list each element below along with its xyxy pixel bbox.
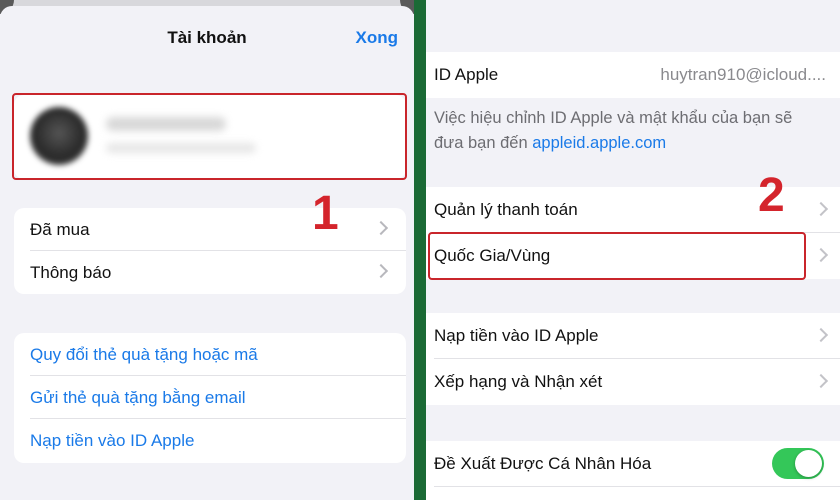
toggle-knob	[795, 450, 822, 477]
list-item-label: Đã mua	[30, 220, 90, 239]
link-label: Quy đổi thẻ quà tặng hoặc mã	[30, 345, 258, 364]
apple-id-label: ID Apple	[434, 65, 499, 84]
purchases-group: Đã mua Thông báo	[14, 208, 406, 294]
row-separator	[434, 486, 840, 487]
list-item-notifications[interactable]: Thông báo	[14, 251, 406, 294]
funds-ratings-group: Nạp tiền vào ID Apple Xếp hạng và Nhận x…	[426, 313, 840, 405]
add-funds-link[interactable]: Nạp tiền vào ID Apple	[14, 419, 406, 462]
list-item-label: Quản lý thanh toán	[434, 200, 578, 219]
apple-id-value: huytran910@icloud....	[660, 65, 826, 84]
list-item-label: Xếp hạng và Nhận xét	[434, 372, 603, 391]
link-label: Nạp tiền vào ID Apple	[30, 431, 195, 450]
personalized-recommendations-row: Đề Xuất Được Cá Nhân Hóa	[426, 441, 840, 487]
step-number-1: 1	[312, 187, 339, 240]
highlight-country-region-box	[428, 232, 806, 280]
list-item-label: Đề Xuất Được Cá Nhân Hóa	[434, 454, 652, 473]
step-number-2: 2	[758, 169, 785, 222]
send-gift-card-link[interactable]: Gửi thẻ quà tặng bằng email	[14, 376, 406, 419]
link-label: Gửi thẻ quà tặng bằng email	[30, 388, 246, 407]
apple-id-row[interactable]: ID Apple huytran910@icloud....	[426, 52, 840, 98]
page-title: Tài khoản	[167, 28, 247, 47]
account-sheet: Tài khoản Xong Đã mua Thông báo Quy đổi …	[0, 0, 414, 500]
personalized-group: Đề Xuất Được Cá Nhân Hóa	[426, 441, 840, 500]
personalized-toggle[interactable]	[772, 448, 824, 479]
list-item-label: Nạp tiền vào ID Apple	[434, 326, 599, 345]
redeem-gift-card-link[interactable]: Quy đổi thẻ quà tặng hoặc mã	[14, 333, 406, 376]
highlight-profile-box	[12, 93, 407, 180]
done-button[interactable]: Xong	[356, 28, 399, 48]
chevron-right-icon	[813, 201, 829, 217]
chevron-right-icon	[813, 373, 829, 389]
chevron-right-icon	[373, 220, 389, 236]
appleid-link[interactable]: appleid.apple.com	[532, 134, 666, 152]
gift-card-group: Quy đổi thẻ quà tặng hoặc mã Gửi thẻ quà…	[14, 333, 406, 463]
chevron-right-icon	[813, 327, 829, 343]
list-item-ratings-reviews[interactable]: Xếp hạng và Nhận xét	[426, 359, 840, 405]
chevron-right-icon	[373, 263, 389, 279]
list-item-label: Thông báo	[30, 263, 112, 282]
apple-id-group: ID Apple huytran910@icloud....	[426, 52, 840, 98]
chevron-right-icon	[813, 247, 829, 263]
apple-id-note: Việc hiệu chỉnh ID Apple và mật khẩu của…	[434, 106, 824, 156]
panel-divider	[414, 0, 426, 500]
list-item-add-funds[interactable]: Nạp tiền vào ID Apple	[426, 313, 840, 359]
list-item-purchased[interactable]: Đã mua	[14, 208, 406, 251]
